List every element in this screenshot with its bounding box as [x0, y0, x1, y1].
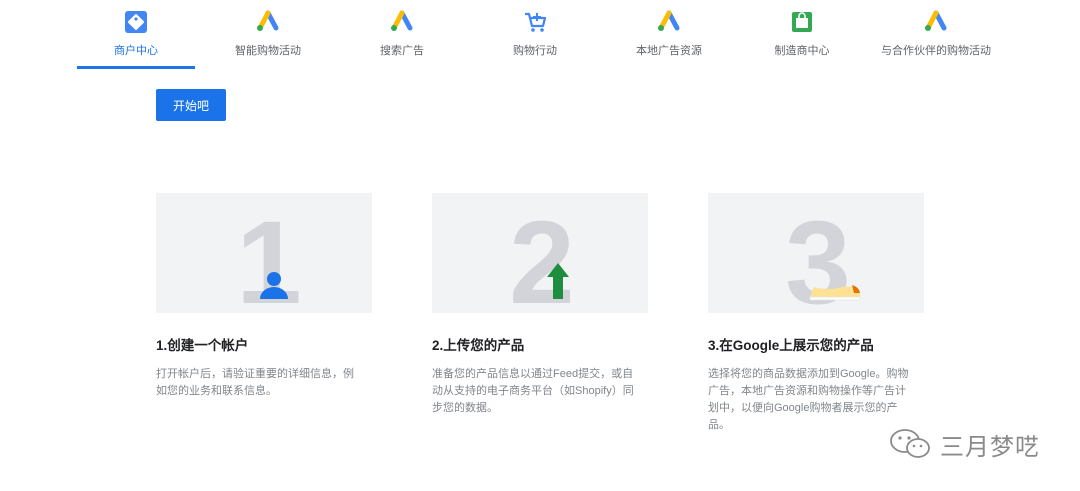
step-3-illustration: 3 [708, 193, 924, 313]
manufacturer-bag-icon [792, 12, 812, 32]
step-1-graphic: 1 [236, 197, 302, 313]
nav-item-manufacturer-center[interactable]: 制造商中心 [737, 4, 867, 68]
step-1-illustration: 1 [156, 193, 372, 313]
nav-item-partner-shopping[interactable]: 与合作伙伴的购物活动 [871, 4, 1001, 68]
product-nav: 商户中心 智能购物活动 搜索广告 购物行动 本地广告资源 制造商中心 与合作伙伴… [0, 0, 1080, 70]
step-3-title: 3.在Google上展示您的产品 [708, 338, 874, 353]
step-2-description: 准备您的产品信息以通过Feed提交，或自 动从支持的电子商务平台（如Shopif… [432, 368, 634, 414]
step-2-title: 2.上传您的产品 [432, 338, 525, 353]
nav-item-local-inventory-ads[interactable]: 本地广告资源 [604, 4, 734, 68]
step-2-numeral: 2 [509, 197, 575, 313]
nav-item-search-ads[interactable]: 搜索广告 [337, 4, 467, 68]
nav-item-smart-shopping[interactable]: 智能购物活动 [203, 4, 333, 68]
step-1-title: 1.创建一个帐户 [156, 338, 249, 353]
wechat-watermark: 三月梦呓 [888, 425, 1068, 461]
merchant-tag-icon [125, 11, 147, 33]
active-tab-indicator [77, 66, 195, 69]
step-3-description: 选择将您的商品数据添加到Google。购物 广告，本地广告资源和购物操作等广告计… [708, 368, 909, 431]
step-3: 3.在Google上展示您的产品 选择将您的商品数据添加到Google。购物 广… [708, 334, 948, 434]
nav-item-label: 智能购物活动 [235, 45, 301, 57]
nav-item-label: 与合作伙伴的购物活动 [881, 45, 991, 57]
nav-item-label: 搜索广告 [380, 45, 424, 57]
wechat-icon [890, 429, 930, 458]
nav-item-label: 制造商中心 [774, 45, 830, 57]
nav-item-label: 本地广告资源 [636, 45, 702, 57]
google-ads-logo-icon [658, 10, 680, 31]
step-3-graphic: 3 [785, 197, 861, 313]
nav-item-label: 商户中心 [114, 45, 158, 57]
google-ads-logo-icon [257, 10, 279, 31]
nav-item-merchant-center[interactable]: 商户中心 [71, 4, 201, 68]
step-2: 2.上传您的产品 准备您的产品信息以通过Feed提交，或自 动从支持的电子商务平… [432, 334, 672, 417]
watermark-text: 三月梦呓 [940, 434, 1040, 461]
nav-item-label: 购物行动 [513, 45, 557, 57]
step-2-illustration: 2 [432, 193, 648, 313]
step-1-description: 打开帐户后，请验证重要的详细信息，例 如您的业务和联系信息。 [156, 368, 354, 397]
shopping-cart-icon [525, 12, 547, 32]
google-ads-logo-icon [925, 10, 947, 31]
google-ads-logo-icon [391, 10, 413, 31]
step-2-graphic: 2 [509, 197, 575, 313]
nav-item-shopping-actions[interactable]: 购物行动 [470, 4, 600, 68]
step-1: 1.创建一个帐户 打开帐户后，请验证重要的详细信息，例 如您的业务和联系信息。 [156, 334, 396, 400]
get-started-button[interactable]: 开始吧 [156, 89, 226, 121]
